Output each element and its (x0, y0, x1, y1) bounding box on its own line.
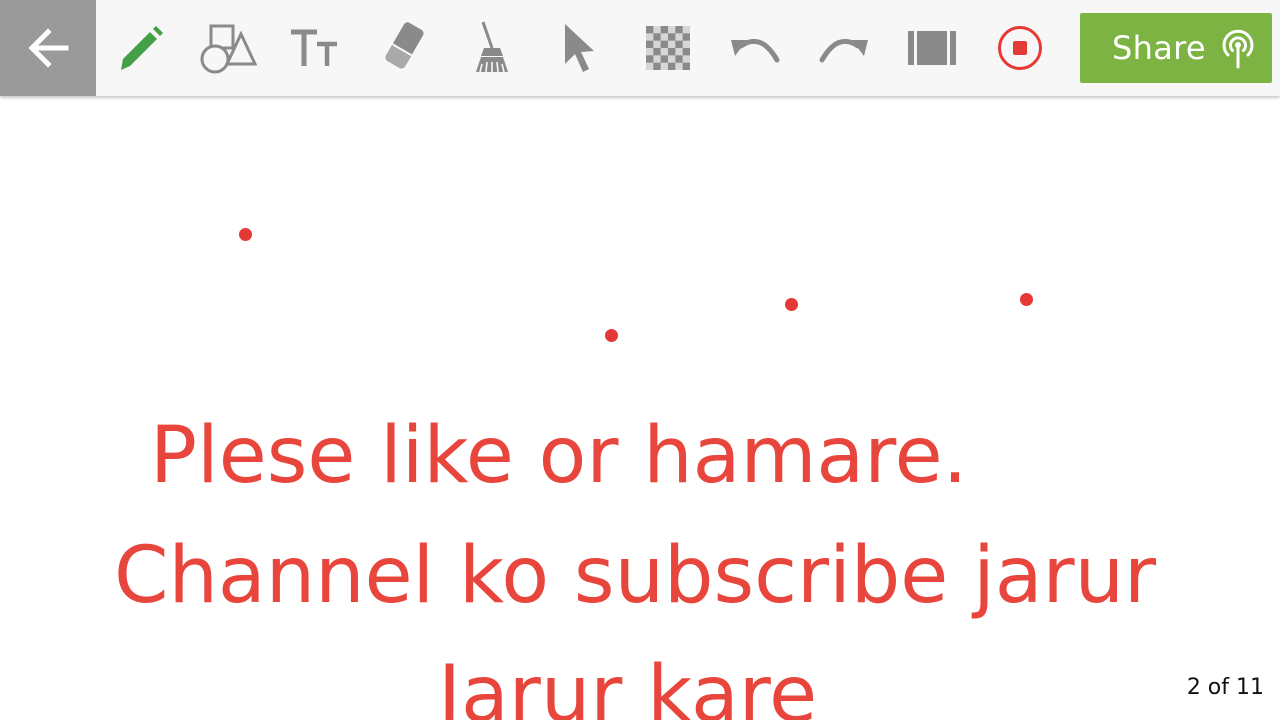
redo-button[interactable] (814, 18, 874, 78)
record-icon (998, 26, 1042, 70)
background-tool-button[interactable] (638, 18, 698, 78)
text-tool-button[interactable] (285, 18, 345, 78)
ink-dot (1020, 293, 1033, 306)
share-label: Share (1112, 29, 1206, 67)
pen-tool-button[interactable] (110, 18, 170, 78)
ink-dot (785, 298, 798, 311)
ink-dot (239, 228, 252, 241)
shapes-icon (200, 24, 257, 74)
undo-button[interactable] (725, 18, 785, 78)
handwritten-text-line: Channel ko subscribe jarur (114, 531, 1157, 621)
arrow-left-icon (28, 28, 69, 68)
handwritten-text-line: Plese like or hamare. (150, 411, 968, 501)
share-button[interactable]: Share (1080, 13, 1272, 83)
filmstrip-icon (908, 31, 956, 65)
text-size-icon (291, 29, 337, 66)
eraser-tool-button[interactable] (373, 18, 433, 78)
select-tool-button[interactable] (549, 18, 609, 78)
handwritten-text-line: Jarur kare (438, 650, 818, 720)
clear-tool-button[interactable] (461, 18, 521, 78)
pages-button[interactable] (902, 18, 962, 78)
toolbar: Share (0, 0, 1280, 96)
ink-dot (605, 329, 618, 342)
drawing-canvas[interactable]: Plese like or hamare. Channel ko subscri… (0, 96, 1280, 720)
checkerboard-icon (646, 26, 690, 70)
shapes-tool-button[interactable] (197, 18, 257, 78)
broadcast-icon (1222, 29, 1254, 69)
record-button[interactable] (990, 18, 1050, 78)
undo-icon (731, 38, 780, 63)
whiteboard-app: Share Plese like or hamare. Channel ko s… (0, 0, 1280, 720)
redo-icon (819, 38, 868, 63)
pencil-icon (121, 26, 163, 70)
eraser-icon (385, 22, 424, 69)
cursor-arrow-icon (565, 24, 594, 72)
page-indicator: 2 of 11 (1186, 675, 1264, 700)
broom-icon (476, 21, 508, 73)
back-button[interactable] (0, 0, 96, 96)
